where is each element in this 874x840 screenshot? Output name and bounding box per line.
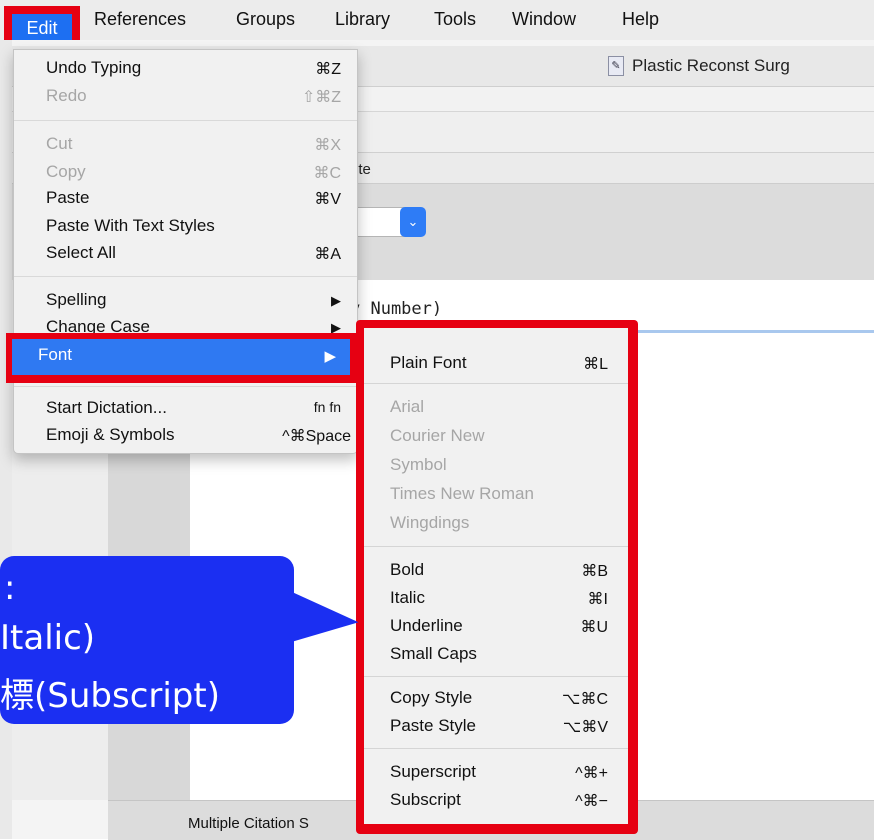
template-code-text[interactable]: y Number) bbox=[350, 299, 442, 319]
callout-line: : bbox=[4, 568, 16, 608]
menu-item-shortcut: ⌘A bbox=[314, 246, 341, 263]
menu-item-shortcut: ^⌘+ bbox=[575, 765, 608, 782]
menu-item-label: Bold bbox=[390, 560, 425, 579]
menu-item-label: Change Case bbox=[46, 317, 150, 333]
menu-item-label: Start Dictation... bbox=[46, 398, 167, 417]
menu-item-label: Spelling bbox=[46, 290, 107, 309]
menu-item-label: Plain Font bbox=[390, 353, 467, 372]
multiple-citation-separator-label: Multiple Citation S bbox=[188, 815, 309, 832]
submenu-arrow-icon: ▶ bbox=[324, 348, 336, 365]
submenu-item-arial: Arial bbox=[364, 394, 628, 420]
annotation-callout: : Italic) 標(Subscript) bbox=[0, 556, 294, 724]
menu-item-shortcut: ⌥⌘C bbox=[562, 691, 608, 708]
menu-separator bbox=[364, 676, 628, 677]
submenu-item-underline[interactable]: Underline ⌘U bbox=[364, 613, 628, 639]
menu-item-label: Redo bbox=[46, 86, 87, 105]
submenu-item-superscript[interactable]: Superscript ^⌘+ bbox=[364, 759, 628, 785]
menu-item-label: Arial bbox=[390, 397, 425, 416]
menu-item-spelling[interactable]: Spelling ▶ bbox=[14, 288, 357, 314]
menu-item-select-all[interactable]: Select All ⌘A bbox=[14, 241, 357, 267]
menu-item-label: Paste With Text Styles bbox=[46, 216, 215, 235]
menu-item-shortcut: ^⌘− bbox=[575, 793, 608, 810]
menu-item-label: Paste bbox=[46, 188, 90, 207]
menu-tools[interactable]: Tools bbox=[434, 9, 476, 30]
menu-item-shortcut: ^⌘Space bbox=[282, 428, 351, 445]
edit-menu-dropdown: Undo Typing ⌘Z Redo ⇧⌘Z Cut ⌘X Copy ⌘C P… bbox=[13, 49, 358, 454]
menu-item-label: Subscript bbox=[390, 790, 461, 809]
submenu-item-subscript[interactable]: Subscript ^⌘− bbox=[364, 787, 628, 813]
menu-separator bbox=[364, 546, 628, 547]
menu-separator bbox=[14, 276, 357, 277]
menu-item-label: Font bbox=[38, 345, 73, 364]
submenu-item-plain-font[interactable]: Plain Font ⌘L bbox=[364, 350, 628, 376]
menu-item-shortcut: ⌘L bbox=[583, 356, 608, 373]
submenu-item-wingdings: Wingdings bbox=[364, 510, 628, 536]
menu-item-label: Copy bbox=[46, 162, 86, 181]
menu-item-emoji-symbols[interactable]: Emoji & Symbols ^⌘Space bbox=[14, 423, 357, 449]
menu-item-cut: Cut ⌘X bbox=[14, 132, 357, 158]
menu-item-label: Emoji & Symbols bbox=[46, 425, 175, 444]
menu-help[interactable]: Help bbox=[622, 9, 659, 30]
menu-item-label: Small Caps bbox=[390, 644, 477, 663]
menu-item-label: Superscript bbox=[390, 762, 476, 781]
font-submenu: Plain Font ⌘L Arial Courier New Symbol T… bbox=[364, 328, 628, 824]
menu-item-shortcut: ⌘X bbox=[314, 137, 341, 154]
menu-item-paste[interactable]: Paste ⌘V bbox=[14, 186, 357, 212]
menu-item-shortcut: ⌘V bbox=[314, 191, 341, 208]
menu-separator bbox=[14, 120, 357, 121]
menu-bar: Edit References Groups Library Tools Win… bbox=[0, 0, 874, 48]
menu-item-label: Undo Typing bbox=[46, 58, 142, 77]
menu-item-label: Times New Roman bbox=[390, 484, 534, 503]
menu-item-label: Symbol bbox=[390, 455, 447, 474]
menu-item-shortcut: ⌘C bbox=[313, 165, 341, 182]
menu-item-label: Paste Style bbox=[390, 716, 476, 735]
menu-item-shortcut: ⌘U bbox=[580, 619, 608, 636]
font-submenu-highlight-box: Plain Font ⌘L Arial Courier New Symbol T… bbox=[356, 320, 638, 834]
menu-window[interactable]: Window bbox=[512, 9, 576, 30]
callout-line: 標(Subscript) bbox=[0, 676, 220, 716]
menu-item-shortcut: ⇧⌘Z bbox=[301, 89, 341, 106]
menu-separator bbox=[14, 386, 357, 387]
menu-item-shortcut: ⌘B bbox=[581, 563, 608, 580]
submenu-item-small-caps[interactable]: Small Caps bbox=[364, 641, 628, 667]
menu-item-change-case[interactable]: Change Case ▶ bbox=[14, 315, 357, 333]
menu-item-label: Cut bbox=[46, 134, 73, 153]
menu-item-font[interactable]: Font ▶ bbox=[12, 339, 350, 375]
submenu-item-symbol: Symbol bbox=[364, 452, 628, 478]
menu-item-shortcut: fn fn bbox=[313, 399, 341, 415]
menu-library[interactable]: Library bbox=[335, 9, 390, 30]
menu-item-start-dictation[interactable]: Start Dictation... fn fn bbox=[14, 396, 357, 422]
menu-item-redo: Redo ⇧⌘Z bbox=[14, 84, 357, 110]
menu-item-label: Italic bbox=[390, 588, 425, 607]
submenu-item-italic[interactable]: Italic ⌘I bbox=[364, 585, 628, 611]
menu-item-label: Select All bbox=[46, 243, 116, 262]
submenu-item-courier-new: Courier New bbox=[364, 423, 628, 449]
menu-item-shortcut: ⌘Z bbox=[315, 61, 341, 78]
submenu-item-copy-style[interactable]: Copy Style ⌥⌘C bbox=[364, 685, 628, 711]
submenu-arrow-icon: ▶ bbox=[331, 320, 341, 333]
menu-item-paste-with-text-styles[interactable]: Paste With Text Styles bbox=[14, 214, 357, 240]
menu-separator bbox=[364, 748, 628, 749]
menu-item-label: Copy Style bbox=[390, 688, 473, 707]
chevron-down-icon[interactable]: ⌄ bbox=[400, 207, 426, 237]
menu-item-undo-typing[interactable]: Undo Typing ⌘Z bbox=[14, 56, 357, 82]
menu-item-label: Underline bbox=[390, 616, 463, 635]
menu-item-label: Courier New bbox=[390, 426, 485, 445]
menu-groups[interactable]: Groups bbox=[236, 9, 295, 30]
callout-line: Italic) bbox=[0, 618, 96, 658]
font-menu-highlight-box: Font ▶ bbox=[6, 333, 356, 383]
submenu-item-bold[interactable]: Bold ⌘B bbox=[364, 557, 628, 583]
menu-edit[interactable]: Edit bbox=[12, 14, 72, 42]
menu-references[interactable]: References bbox=[94, 9, 186, 30]
document-icon: ✎ bbox=[608, 56, 624, 76]
menu-item-shortcut: ⌥⌘V bbox=[562, 719, 608, 736]
submenu-item-paste-style[interactable]: Paste Style ⌥⌘V bbox=[364, 713, 628, 739]
submenu-arrow-icon: ▶ bbox=[331, 293, 341, 308]
menu-item-label: Wingdings bbox=[390, 513, 470, 532]
window-title: Plastic Reconst Surg bbox=[632, 56, 790, 75]
menu-item-copy: Copy ⌘C bbox=[14, 160, 357, 186]
menu-separator bbox=[364, 383, 628, 384]
menu-item-shortcut: ⌘I bbox=[587, 591, 608, 608]
submenu-item-times-new-roman: Times New Roman bbox=[364, 481, 628, 507]
